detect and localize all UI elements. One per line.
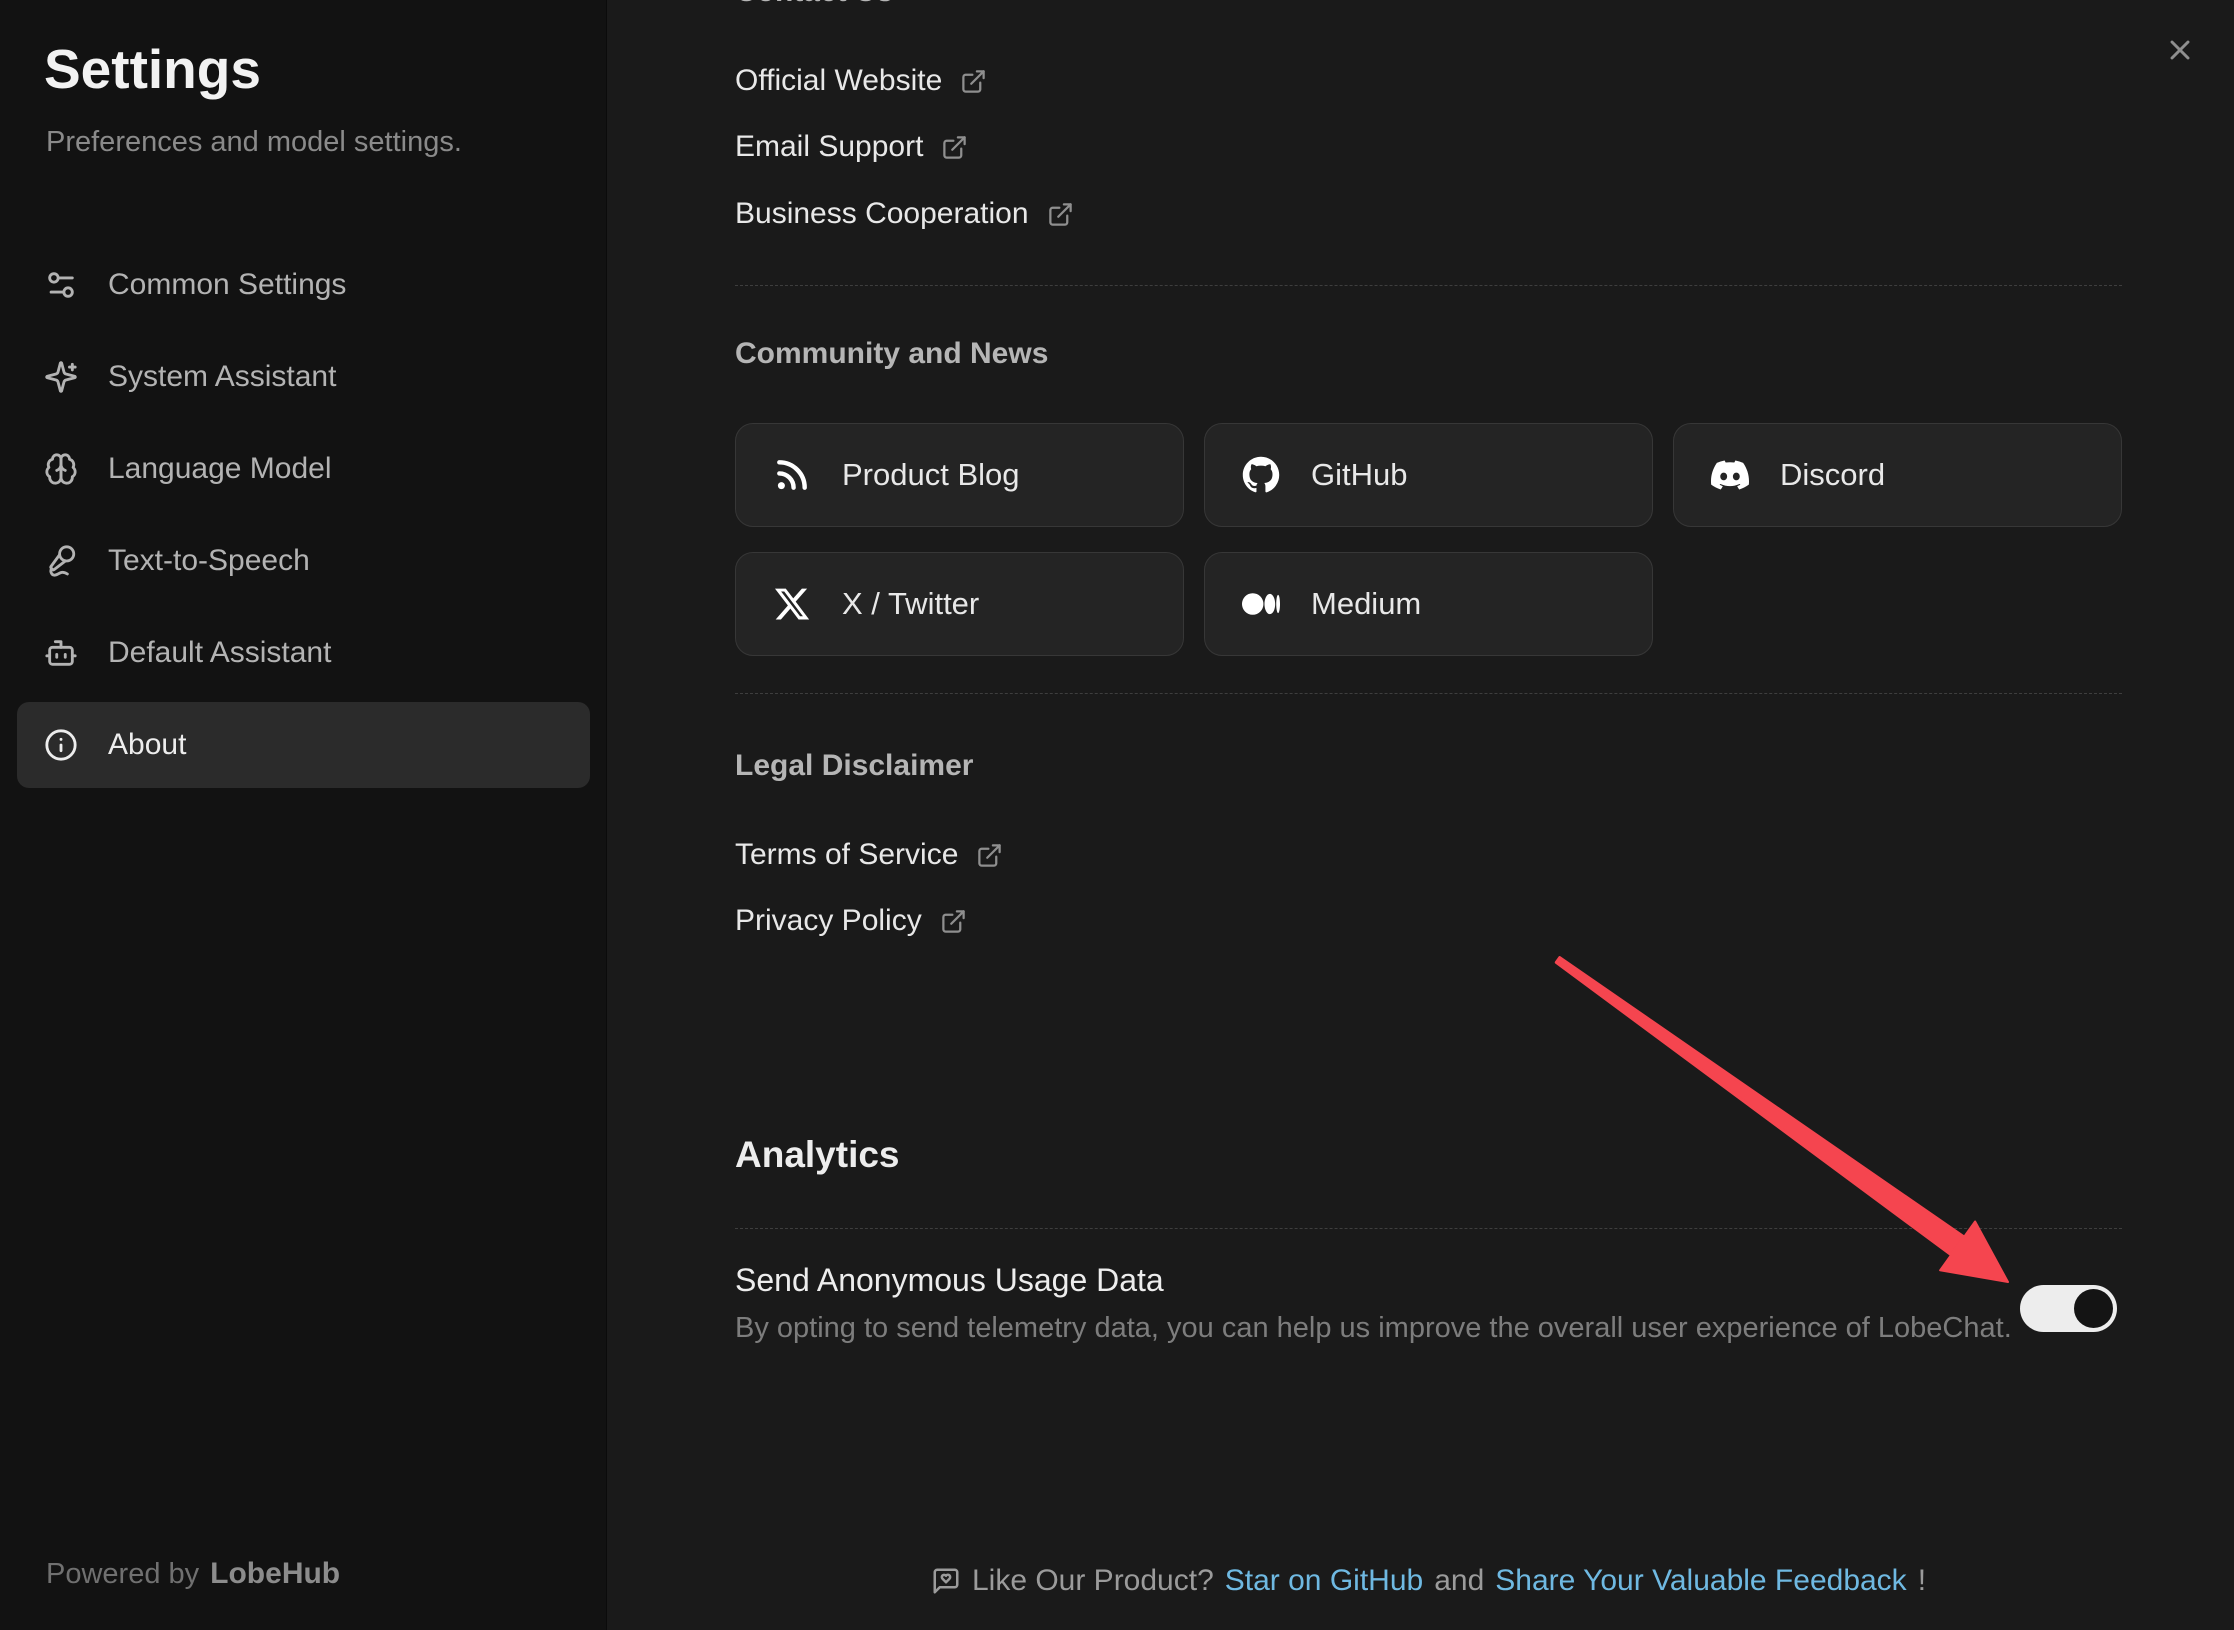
sidebar-item-label: Language Model — [108, 452, 332, 486]
product-blog-button[interactable]: Product Blog — [735, 423, 1184, 527]
sliders-icon — [44, 268, 78, 302]
mic-icon — [44, 544, 78, 578]
star-on-github-link[interactable]: Star on GitHub — [1225, 1564, 1423, 1598]
sidebar-item-label: Default Assistant — [108, 636, 331, 670]
sidebar-item-text-to-speech[interactable]: Text-to-Speech — [17, 518, 590, 604]
sidebar-nav: Common Settings System Assistant Languag… — [17, 242, 590, 794]
sparkles-icon — [44, 360, 78, 394]
usage-data-label: Send Anonymous Usage Data — [735, 1259, 1164, 1301]
section-heading-legal: Legal Disclaimer — [735, 747, 973, 785]
brain-icon — [44, 452, 78, 486]
sidebar-item-about[interactable]: About — [17, 702, 590, 788]
sidebar-item-common-settings[interactable]: Common Settings — [17, 242, 590, 328]
lobehub-brand-link[interactable]: LobeHub — [210, 1557, 340, 1591]
close-button[interactable] — [2158, 28, 2202, 72]
link-terms-of-service[interactable]: Terms of Service — [735, 833, 1003, 877]
powered-by-text: Powered by — [46, 1558, 199, 1591]
sidebar-item-label: Common Settings — [108, 268, 346, 302]
discord-button[interactable]: Discord — [1673, 423, 2122, 527]
toggle-knob — [2074, 1289, 2113, 1328]
bot-icon — [44, 636, 78, 670]
sidebar-item-default-assistant[interactable]: Default Assistant — [17, 610, 590, 696]
section-heading-analytics: Analytics — [735, 1132, 900, 1178]
link-privacy-policy[interactable]: Privacy Policy — [735, 899, 967, 943]
cta-prefix: Like Our Product? — [972, 1564, 1214, 1598]
page-title: Settings — [44, 36, 261, 102]
community-buttons: Product Blog GitHub Discord — [735, 423, 2122, 656]
info-icon — [44, 728, 78, 762]
section-heading-contact-us: Contact Us — [735, 0, 893, 11]
cta-suffix: ! — [1918, 1564, 1926, 1598]
cta-middle: and — [1434, 1564, 1484, 1598]
usage-data-description: By opting to send telemetry data, you ca… — [735, 1310, 2012, 1346]
section-divider — [735, 285, 2122, 286]
feedback-cta: Like Our Product? Star on GitHub and Sha… — [735, 1559, 2122, 1603]
sidebar-item-label: System Assistant — [108, 360, 336, 394]
sidebar-item-label: Text-to-Speech — [108, 544, 310, 578]
settings-modal: Settings Preferences and model settings.… — [0, 0, 2234, 1630]
external-link-icon — [960, 68, 987, 95]
sidebar-item-label: About — [108, 728, 186, 762]
about-panel: Contact Us Official Website Email Suppor… — [608, 0, 2234, 1630]
external-link-icon — [1047, 201, 1074, 228]
github-button[interactable]: GitHub — [1204, 423, 1653, 527]
x-icon — [772, 584, 812, 624]
section-heading-community: Community and News — [735, 335, 1048, 373]
sidebar-item-language-model[interactable]: Language Model — [17, 426, 590, 512]
rss-icon — [772, 455, 812, 495]
share-feedback-link[interactable]: Share Your Valuable Feedback — [1495, 1564, 1906, 1598]
section-divider — [735, 693, 2122, 694]
medium-icon — [1241, 584, 1281, 624]
github-icon — [1241, 455, 1281, 495]
page-subtitle: Preferences and model settings. — [46, 126, 462, 159]
discord-icon — [1710, 455, 1750, 495]
external-link-icon — [940, 908, 967, 935]
medium-button[interactable]: Medium — [1204, 552, 1653, 656]
link-official-website[interactable]: Official Website — [735, 59, 987, 103]
link-email-support[interactable]: Email Support — [735, 125, 968, 169]
usage-data-toggle[interactable] — [2020, 1285, 2117, 1332]
powered-by: Powered by LobeHub — [46, 1557, 340, 1591]
sidebar-item-system-assistant[interactable]: System Assistant — [17, 334, 590, 420]
message-heart-icon — [931, 1566, 961, 1596]
sidebar: Settings Preferences and model settings.… — [0, 0, 607, 1630]
about-content: Contact Us Official Website Email Suppor… — [735, 0, 2122, 1630]
external-link-icon — [941, 134, 968, 161]
close-icon — [2164, 34, 2196, 66]
link-business-cooperation[interactable]: Business Cooperation — [735, 192, 1074, 236]
x-twitter-button[interactable]: X / Twitter — [735, 552, 1184, 656]
external-link-icon — [976, 842, 1003, 869]
section-divider — [735, 1228, 2122, 1229]
